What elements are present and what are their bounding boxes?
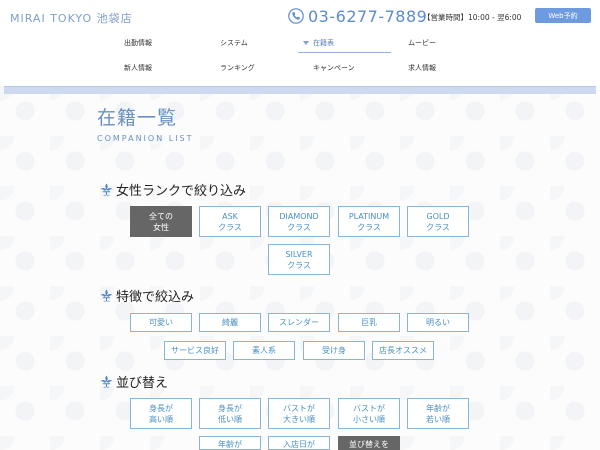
web-reservation-button[interactable]: Web予約: [535, 8, 591, 23]
sort-option-reset[interactable]: 並び替えを: [338, 436, 400, 450]
sort-option-height-asc-line2: 低い順: [218, 414, 242, 424]
feature-filter-title: 特徴で絞込み: [116, 290, 195, 305]
rank-option-all-line2: 女性: [153, 222, 169, 232]
business-hours: 【営業時間】10:00 - 翌6:00: [423, 13, 522, 22]
rank-option-gold[interactable]: GOLD クラス: [407, 206, 469, 237]
feature-option-slender[interactable]: スレンダー: [268, 313, 330, 332]
sort-option-height-asc-line1: 身長が: [218, 403, 242, 413]
rank-option-gold-line2: クラス: [426, 222, 450, 232]
rank-option-diamond-line1: DIAMOND: [279, 211, 319, 221]
feature-option-good-service[interactable]: サービス良好: [164, 341, 226, 360]
feature-option-beautiful[interactable]: 綺麗: [199, 313, 261, 332]
nav-item-movie[interactable]: ムービー: [408, 36, 436, 50]
sort-heading: 並び替え: [99, 372, 168, 391]
nav-item-ranking[interactable]: ランキング: [220, 61, 255, 75]
feature-filter-heading: 特徴で絞込み: [99, 286, 194, 305]
rank-option-silver-line1: SILVER: [285, 249, 313, 259]
sort-option-age-young-line1: 年齢が: [426, 403, 450, 413]
phone-number[interactable]: 03-6277-7889: [308, 7, 427, 26]
rank-option-all-line1: 全ての: [149, 211, 173, 221]
fleur-de-lis-icon: [100, 375, 113, 387]
rank-option-platinum[interactable]: PLATINUM クラス: [338, 206, 400, 237]
site-header: MIRAI TOKYO 池袋店 03-6277-7889 【営業時間】10:00…: [0, 0, 600, 86]
phone-contact[interactable]: 03-6277-7889: [288, 6, 427, 26]
nav-item-new-girls[interactable]: 新人情報: [124, 61, 152, 75]
rank-option-diamond-line2: クラス: [287, 222, 311, 232]
fleur-de-lis-icon: [100, 183, 113, 195]
header-divider-band: [4, 86, 596, 94]
sort-option-bust-asc-line1: バストが: [353, 403, 385, 413]
sort-option-height-desc[interactable]: 身長が 高い順: [130, 398, 192, 429]
sort-option-height-desc-line1: 身長が: [149, 403, 173, 413]
sort-option-age-old-line1: 年齢が: [218, 440, 242, 449]
rank-filter-heading: 女性ランクで絞り込み: [99, 180, 246, 199]
sort-option-bust-desc-line1: バストが: [283, 403, 315, 413]
rank-option-ask-line1: ASK: [222, 211, 238, 221]
nav-item-campaign[interactable]: キャンペーン: [313, 61, 355, 75]
feature-option-manager-pick[interactable]: 店長オススメ: [372, 341, 434, 360]
rank-option-silver-line2: クラス: [287, 260, 311, 270]
nav-item-attendance[interactable]: 出勤情報: [124, 36, 152, 50]
brand-logo[interactable]: MIRAI TOKYO 池袋店: [10, 10, 133, 26]
feature-option-cute[interactable]: 可愛い: [130, 313, 192, 332]
page-title: 在籍一覧: [97, 107, 178, 129]
rank-option-diamond[interactable]: DIAMOND クラス: [268, 206, 330, 237]
sort-option-join-date-line1: 入店日が: [283, 440, 315, 449]
rank-option-all[interactable]: 全ての 女性: [130, 206, 192, 237]
rank-option-ask[interactable]: ASK クラス: [199, 206, 261, 237]
sort-option-age-old[interactable]: 年齢が: [199, 436, 261, 450]
nav-item-system[interactable]: システム: [220, 36, 248, 50]
rank-filter-title: 女性ランクで絞り込み: [116, 184, 247, 199]
fleur-de-lis-icon: [100, 289, 113, 301]
sort-option-bust-asc[interactable]: バストが 小さい順: [338, 398, 400, 429]
sort-option-age-young[interactable]: 年齢が 若い順: [407, 398, 469, 429]
feature-option-passive[interactable]: 受け身: [303, 341, 365, 360]
feature-option-amateur[interactable]: 素人系: [233, 341, 295, 360]
feature-option-busty[interactable]: 巨乳: [338, 313, 400, 332]
sort-title: 並び替え: [116, 376, 169, 391]
sort-option-age-young-line2: 若い順: [426, 414, 450, 424]
nav-item-roster-label: 在籍表: [313, 39, 334, 47]
sort-option-reset-line1: 並び替えを: [349, 440, 389, 449]
sort-option-bust-asc-line2: 小さい順: [353, 414, 385, 424]
rank-option-platinum-line2: クラス: [357, 222, 381, 232]
rank-option-platinum-line1: PLATINUM: [348, 211, 390, 221]
rank-option-silver[interactable]: SILVER クラス: [268, 244, 330, 275]
sort-option-height-desc-line2: 高い順: [149, 414, 173, 424]
nav-item-recruit[interactable]: 求人情報: [408, 61, 436, 75]
feature-option-cheerful[interactable]: 明るい: [407, 313, 469, 332]
sort-option-bust-desc[interactable]: バストが 大きい順: [268, 398, 330, 429]
rank-option-gold-line1: GOLD: [426, 211, 450, 221]
rank-option-ask-line2: クラス: [218, 222, 242, 232]
nav-active-underline: [298, 52, 391, 53]
page-subtitle: COMPANION LIST: [97, 134, 194, 143]
sort-option-bust-desc-line2: 大きい順: [283, 414, 315, 424]
sort-option-join-date[interactable]: 入店日が: [268, 436, 330, 450]
phone-icon: [288, 8, 304, 24]
sort-option-height-asc[interactable]: 身長が 低い順: [199, 398, 261, 429]
nav-item-roster[interactable]: 在籍表: [303, 36, 334, 50]
